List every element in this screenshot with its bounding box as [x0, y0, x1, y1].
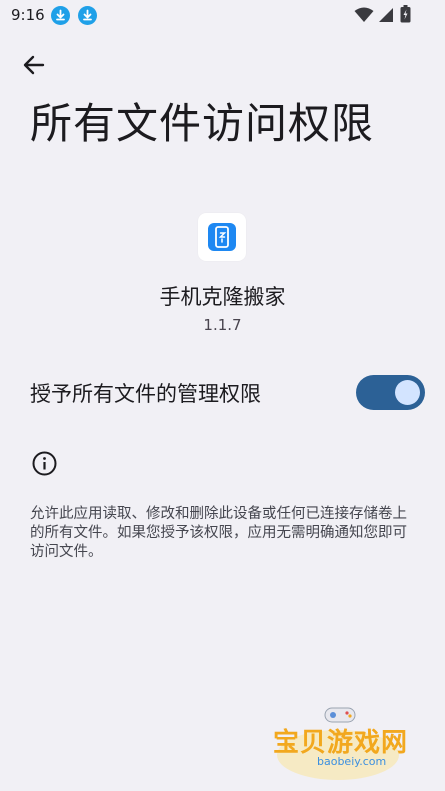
info-icon	[32, 451, 57, 476]
watermark: 宝贝游戏网 baobeiy.com	[265, 700, 415, 785]
cell-signal-icon	[379, 8, 393, 22]
info-text: 允许此应用读取、修改和删除此设备或任何已连接存储卷上的所有文件。如果您授予该权限…	[30, 506, 407, 560]
watermark-url: baobeiy.com	[317, 755, 387, 768]
battery-icon	[400, 5, 411, 23]
app-icon-glyph	[208, 223, 236, 251]
permission-toggle[interactable]	[356, 375, 425, 410]
back-button[interactable]	[16, 48, 54, 82]
gamepad-icon	[324, 707, 356, 723]
app-icon	[198, 213, 246, 261]
app-version: 1.1.7	[203, 316, 242, 334]
status-time: 9:16	[11, 6, 45, 24]
download-icon	[51, 6, 70, 25]
app-name: 手机克隆搬家	[159, 285, 286, 309]
wifi-icon	[354, 7, 374, 22]
status-bar: 9:16	[0, 0, 445, 30]
download-icon	[78, 6, 97, 25]
page-title: 所有文件访问权限	[30, 99, 375, 148]
permission-label[interactable]: 授予所有文件的管理权限	[30, 378, 261, 408]
watermark-text: 宝贝游戏网	[273, 728, 409, 758]
screen: 9:16 所有文件访问权限 手机克隆搬家 1.1.7 授予所有文件的管理权限 允…	[0, 0, 445, 791]
toggle-knob	[395, 380, 420, 405]
back-arrow-icon	[23, 55, 45, 75]
